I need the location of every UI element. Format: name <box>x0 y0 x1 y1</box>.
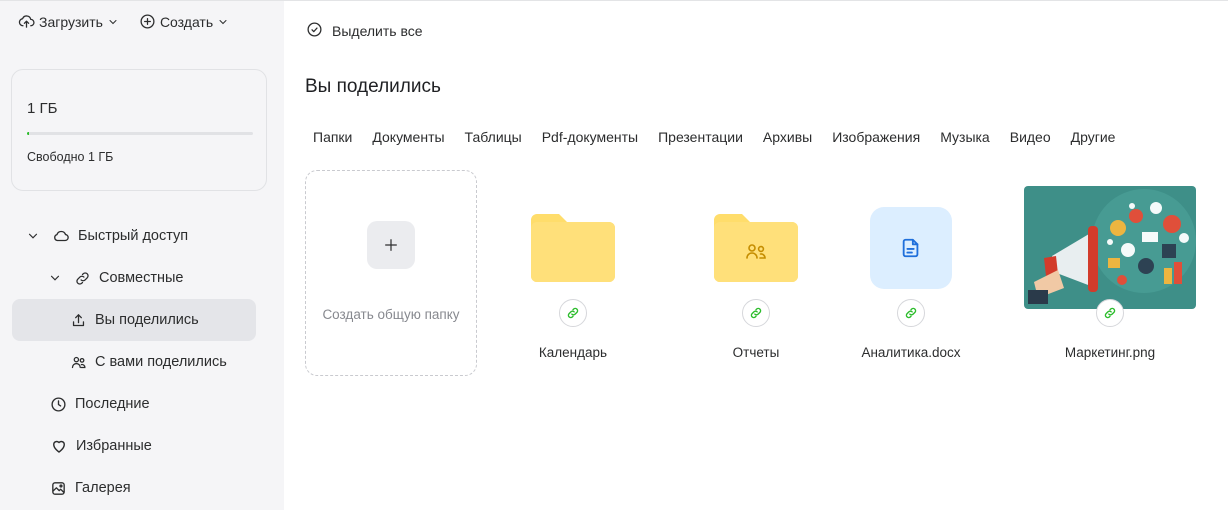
shared-link-badge <box>897 299 925 327</box>
select-all-button[interactable]: Выделить все <box>306 21 423 41</box>
filter-images[interactable]: Изображения <box>832 129 920 145</box>
file-name: Аналитика.docx <box>861 345 961 360</box>
sidebar-item-favorites[interactable]: Избранные <box>12 425 256 467</box>
shared-link-badge <box>559 299 587 327</box>
chevron-down-icon <box>217 16 229 28</box>
image-thumbnail <box>1024 186 1196 309</box>
document-icon <box>870 207 952 289</box>
file-name: Календарь <box>538 345 608 360</box>
storage-widget[interactable]: 1 ГБ Свободно 1 ГБ <box>11 69 267 191</box>
filter-folders[interactable]: Папки <box>313 129 352 145</box>
create-dropdown[interactable]: Создать <box>139 13 229 30</box>
cloud-upload-icon <box>18 13 35 30</box>
sidebar-item-shared-with-you[interactable]: С вами поделились <box>12 341 256 383</box>
filter-music[interactable]: Музыка <box>940 129 990 145</box>
filter-documents[interactable]: Документы <box>372 129 444 145</box>
shared-link-badge <box>742 299 770 327</box>
sidebar-nav: Быстрый доступ Совместные Вы поделились … <box>12 215 256 509</box>
create-shared-folder-label: Создать общую папку <box>322 307 460 322</box>
sidebar-item-label: Последние <box>75 396 150 412</box>
chevron-down-icon <box>107 16 119 28</box>
shared-link-badge <box>1096 299 1124 327</box>
filter-pdf[interactable]: Pdf-документы <box>542 129 638 145</box>
page-title: Вы поделились <box>305 76 441 97</box>
filter-archives[interactable]: Архивы <box>763 129 812 145</box>
file-tile-reports[interactable]: Отчеты <box>670 186 842 376</box>
sidebar-item-label: Избранные <box>76 438 152 454</box>
main-content: Выделить все Вы поделились Папки Докумен… <box>284 1 1228 510</box>
file-name: Отчеты <box>732 345 780 360</box>
sidebar-item-quick-access[interactable]: Быстрый доступ <box>12 215 256 257</box>
storage-size: 1 ГБ <box>27 100 58 117</box>
check-circle-icon <box>306 21 323 41</box>
sidebar-item-label: Совместные <box>99 270 184 286</box>
image-icon <box>50 480 67 497</box>
users-icon <box>70 354 87 371</box>
select-all-label: Выделить все <box>332 23 423 39</box>
filter-spreadsheets[interactable]: Таблицы <box>465 129 522 145</box>
link-icon <box>74 270 91 287</box>
sidebar-item-label: Галерея <box>75 480 131 496</box>
chevron-down-icon <box>48 271 62 285</box>
file-tile-calendar[interactable]: Календарь <box>487 186 659 376</box>
chevron-down-icon <box>26 229 40 243</box>
heart-icon <box>50 437 68 455</box>
sidebar-toolbar: Загрузить Создать <box>18 13 229 30</box>
plus-icon <box>367 221 415 269</box>
shared-folder-icon <box>714 214 798 285</box>
clock-icon <box>50 396 67 413</box>
sidebar-item-label: С вами поделились <box>95 354 227 370</box>
share-upload-icon <box>70 312 87 329</box>
filter-other[interactable]: Другие <box>1071 129 1116 145</box>
sidebar-item-label: Быстрый доступ <box>78 228 189 244</box>
sidebar: Загрузить Создать 1 ГБ Свободно 1 ГБ Быс… <box>0 1 284 510</box>
sidebar-item-recent[interactable]: Последние <box>12 383 256 425</box>
sidebar-item-you-shared[interactable]: Вы поделились <box>12 299 256 341</box>
create-shared-folder-button[interactable]: Создать общую папку <box>305 170 477 376</box>
filter-video[interactable]: Видео <box>1010 129 1051 145</box>
sidebar-item-label: Вы поделились <box>95 312 199 328</box>
create-label: Создать <box>159 13 214 30</box>
file-tile-analytics-docx[interactable]: Аналитика.docx <box>825 186 997 376</box>
file-tile-marketing-png[interactable]: Маркетинг.png <box>1024 186 1196 376</box>
sidebar-item-gallery[interactable]: Галерея <box>12 467 256 509</box>
sidebar-item-shared[interactable]: Совместные <box>12 257 256 299</box>
file-type-filters: Папки Документы Таблицы Pdf-документы Пр… <box>313 129 1135 145</box>
plus-circle-icon <box>139 13 156 30</box>
storage-free-text: Свободно 1 ГБ <box>27 150 114 164</box>
filter-presentations[interactable]: Презентации <box>658 129 743 145</box>
upload-label: Загрузить <box>39 13 103 30</box>
storage-progress-fill <box>27 132 30 135</box>
folder-icon <box>531 214 615 285</box>
cloud-icon <box>52 227 70 245</box>
upload-dropdown[interactable]: Загрузить <box>18 13 119 30</box>
storage-progress-bar <box>27 132 253 135</box>
file-name: Маркетинг.png <box>1064 345 1156 360</box>
